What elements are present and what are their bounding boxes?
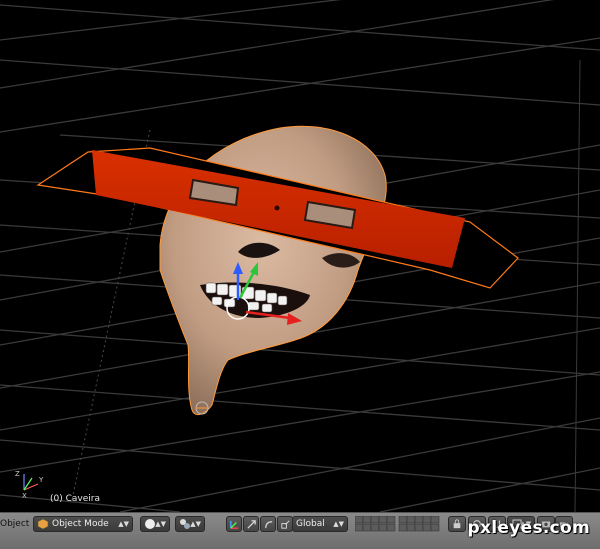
- editor-menu-object[interactable]: Object: [0, 519, 29, 529]
- translate-arrow-icon: [246, 519, 256, 529]
- axis-gizmo-icon: Z Y X: [15, 470, 44, 500]
- dropdown-arrow-icon: ▲▼: [155, 520, 166, 528]
- svg-text:Y: Y: [38, 476, 44, 484]
- orientation-dropdown[interactable]: Global ▲▼: [292, 516, 348, 532]
- dropdown-arrow-icon: ▲▼: [333, 520, 344, 528]
- svg-text:Z: Z: [15, 470, 20, 478]
- object-mode-label: Object Mode: [52, 519, 109, 529]
- scale-toggle[interactable]: [277, 516, 293, 532]
- lock-layers-button[interactable]: [448, 516, 466, 532]
- manipulator-icon: [229, 520, 238, 529]
- pivot-dropdown[interactable]: ▲▼: [175, 516, 205, 532]
- orientation-label: Global: [296, 519, 325, 529]
- manipulator-toggle[interactable]: [226, 516, 242, 532]
- scale-icon: [280, 520, 289, 529]
- lock-icon: [453, 519, 461, 529]
- rotate-icon: [264, 520, 272, 528]
- translate-toggle[interactable]: [243, 516, 259, 532]
- watermark: pxleyes.com: [467, 518, 590, 538]
- active-object-label: (0) Caveira: [50, 494, 100, 504]
- rotate-toggle[interactable]: [260, 516, 276, 532]
- object-mode-cube-icon: [37, 518, 49, 530]
- dropdown-arrow-icon: ▲▼: [190, 520, 201, 528]
- layers-grid[interactable]: [354, 515, 445, 532]
- dropdown-arrow-icon: ▲▼: [118, 520, 129, 528]
- shading-dropdown[interactable]: ▲▼: [140, 516, 170, 532]
- layers-grid-icon: [354, 515, 440, 532]
- object-mode-dropdown[interactable]: Object Mode ▲▼: [33, 516, 133, 532]
- svg-text:X: X: [22, 492, 27, 500]
- viewport-scene[interactable]: Z Y X: [0, 0, 600, 512]
- shading-sphere-icon: [145, 519, 155, 529]
- pivot-icon: [180, 519, 190, 529]
- 3d-viewport[interactable]: Z Y X (0) Caveira: [0, 0, 600, 512]
